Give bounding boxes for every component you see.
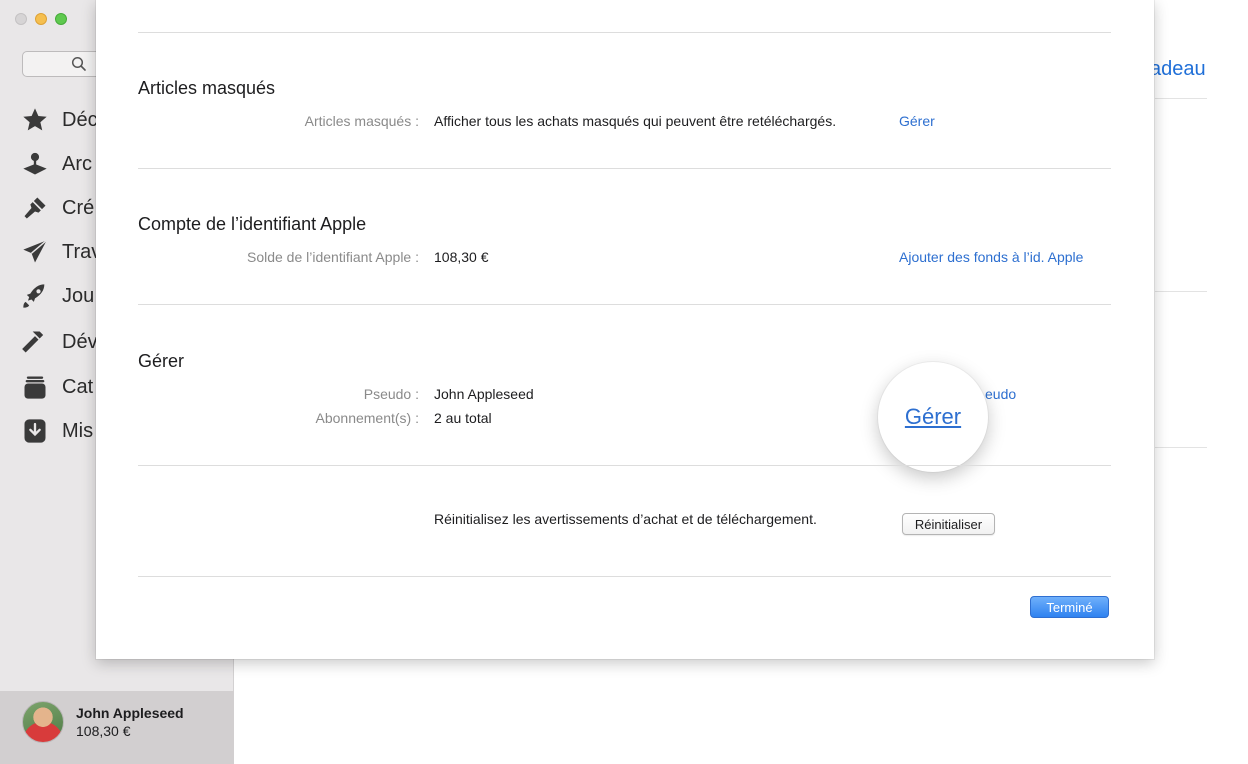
section-divider xyxy=(138,304,1111,305)
sidebar-item-label: Cré xyxy=(62,196,95,219)
sidebar-item-label: Cat xyxy=(62,375,94,398)
hammer-icon xyxy=(20,327,50,357)
download-icon xyxy=(20,416,50,446)
window-controls xyxy=(15,13,67,25)
subscriptions-value: 2 au total xyxy=(434,410,492,426)
avatar xyxy=(22,701,64,743)
edit-nickname-link[interactable]: eudo xyxy=(985,386,1016,402)
manage-subscriptions-link[interactable]: Gérer xyxy=(905,404,961,430)
star-icon xyxy=(20,105,50,135)
sidebar-item-label: Mis xyxy=(62,419,94,442)
section-title-hidden-items: Articles masqués xyxy=(138,78,276,98)
background-divider xyxy=(1155,291,1207,292)
sidebar-item-label: Déc xyxy=(62,108,98,131)
apple-id-balance-value: 108,30 € xyxy=(434,249,489,265)
stack-icon xyxy=(20,372,50,402)
subscriptions-label: Abonnement(s) : xyxy=(315,410,420,426)
background-divider xyxy=(1155,98,1207,99)
paper-plane-icon xyxy=(20,237,50,267)
brush-icon xyxy=(20,193,50,223)
account-balance: 108,30 € xyxy=(76,723,131,739)
section-divider xyxy=(138,576,1111,577)
arcade-joystick-icon xyxy=(20,149,50,179)
done-button[interactable]: Terminé xyxy=(1030,596,1109,618)
account-settings-sheet: Articles masqués Articles masqués : Affi… xyxy=(96,0,1154,659)
sidebar-item-label: Dév xyxy=(62,330,98,353)
reset-button[interactable]: Réinitialiser xyxy=(902,513,995,535)
zoom-window-button[interactable] xyxy=(55,13,67,25)
manage-hidden-items-link[interactable]: Gérer xyxy=(899,113,935,129)
reset-warnings-text: Réinitialisez les avertissements d’achat… xyxy=(434,511,817,527)
account-button[interactable]: John Appleseed 108,30 € xyxy=(0,691,234,764)
section-divider xyxy=(138,465,1111,466)
hidden-items-value: Afficher tous les achats masqués qui peu… xyxy=(434,113,837,129)
add-funds-link[interactable]: Ajouter des fonds à l’id. Apple xyxy=(899,249,1083,265)
section-title-manage: Gérer xyxy=(138,351,185,371)
apple-id-balance-label: Solde de l’identifiant Apple : xyxy=(246,249,419,265)
account-name: John Appleseed xyxy=(76,705,184,721)
rocket-icon xyxy=(20,281,50,311)
minimize-window-button[interactable] xyxy=(35,13,47,25)
section-divider xyxy=(138,32,1111,33)
section-divider xyxy=(138,168,1111,169)
nickname-label: Pseudo : xyxy=(363,386,419,402)
hidden-items-label: Articles masqués : xyxy=(304,113,419,129)
search-icon xyxy=(71,56,87,77)
close-window-button[interactable] xyxy=(15,13,27,25)
nickname-value: John Appleseed xyxy=(434,386,534,402)
manage-subscriptions-callout[interactable]: Gérer xyxy=(878,362,988,472)
background-divider xyxy=(1155,447,1207,448)
sidebar-item-label: Jou xyxy=(62,284,95,307)
gift-card-link[interactable]: adeau xyxy=(1150,58,1206,81)
section-title-apple-id: Compte de l’identifiant Apple xyxy=(138,214,367,234)
sidebar-item-label: Arc xyxy=(62,152,92,175)
